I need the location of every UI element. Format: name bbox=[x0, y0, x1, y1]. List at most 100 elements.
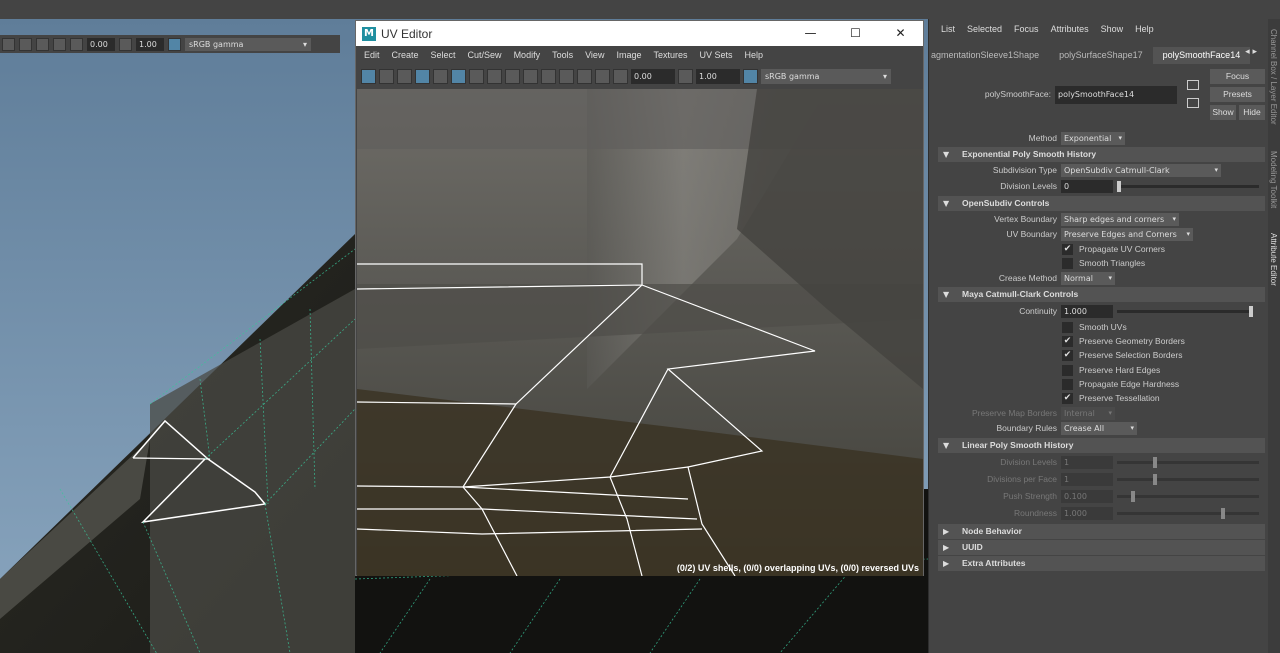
exposure-icon[interactable] bbox=[70, 37, 83, 51]
focus-button[interactable]: Focus bbox=[1210, 69, 1265, 84]
exposure-field[interactable]: 0.00 bbox=[87, 37, 115, 51]
gamma-icon[interactable] bbox=[119, 37, 132, 51]
preserve-selection-borders-checkbox[interactable]: ✔ bbox=[1062, 350, 1073, 361]
select-icon[interactable] bbox=[19, 37, 32, 51]
slider-thumb[interactable] bbox=[1117, 181, 1121, 192]
color-space-select[interactable]: sRGB gamma ▾ bbox=[761, 68, 891, 84]
color-space-select[interactable]: sRGB gamma ▾ bbox=[185, 37, 311, 51]
tab-fragmentation-sleeve-shape[interactable]: agmentationSleeve1Shape bbox=[929, 47, 1049, 64]
dim-image-icon[interactable] bbox=[469, 68, 484, 84]
menu-show[interactable]: Show bbox=[1095, 24, 1130, 34]
boundary-rules-select[interactable]: Crease All ▾ bbox=[1061, 422, 1137, 435]
linear-division-levels-slider bbox=[1117, 457, 1259, 468]
color-management-icon[interactable] bbox=[168, 37, 181, 51]
menu-tools[interactable]: Tools bbox=[546, 50, 579, 60]
checker-icon[interactable] bbox=[379, 68, 394, 84]
menu-textures[interactable]: Textures bbox=[647, 50, 693, 60]
smooth-triangles-checkbox[interactable] bbox=[1062, 258, 1073, 269]
division-levels-field[interactable]: 0 bbox=[1061, 180, 1113, 193]
method-select[interactable]: Exponential ▾ bbox=[1061, 132, 1125, 145]
menu-cut-sew[interactable]: Cut/Sew bbox=[462, 50, 508, 60]
menu-image[interactable]: Image bbox=[610, 50, 647, 60]
menu-attributes[interactable]: Attributes bbox=[1045, 24, 1095, 34]
crease-method-select[interactable]: Normal ▾ bbox=[1061, 272, 1115, 285]
display-image-icon[interactable] bbox=[451, 68, 466, 84]
tab-modeling-toolkit[interactable]: Modeling Toolkit bbox=[1269, 151, 1278, 208]
image-icon[interactable] bbox=[541, 68, 556, 84]
section-maya-catmull-clark[interactable]: ▼ Maya Catmull-Clark Controls bbox=[938, 287, 1265, 302]
menu-view[interactable]: View bbox=[579, 50, 610, 60]
smooth-uvs-checkbox[interactable] bbox=[1062, 322, 1073, 333]
slider-thumb[interactable] bbox=[1249, 306, 1253, 317]
hide-button[interactable]: Hide bbox=[1239, 105, 1265, 120]
continuity-slider[interactable] bbox=[1117, 306, 1253, 317]
tab-scroll-arrows-icon[interactable]: ◂ ▸ bbox=[1245, 47, 1257, 57]
distortion-icon[interactable] bbox=[433, 68, 448, 84]
gamma-icon[interactable] bbox=[678, 68, 693, 84]
continuity-field[interactable]: 1.000 bbox=[1061, 305, 1113, 318]
grid-icon[interactable] bbox=[2, 37, 15, 51]
node-name-field[interactable]: polySmoothFace14 bbox=[1055, 86, 1177, 104]
uv-canvas[interactable]: (0/2) UV shells, (0/0) overlapping UVs, … bbox=[357, 89, 923, 576]
division-levels-slider[interactable] bbox=[1117, 181, 1259, 192]
section-exponential-poly-smooth[interactable]: ▼ Exponential Poly Smooth History bbox=[938, 147, 1265, 162]
preserve-tessellation-checkbox[interactable]: ✔ bbox=[1062, 393, 1073, 404]
go-to-output-icon[interactable] bbox=[1187, 98, 1199, 108]
presets-button[interactable]: Presets bbox=[1210, 87, 1265, 102]
menu-help[interactable]: Help bbox=[739, 50, 770, 60]
tab-poly-smooth-face[interactable]: polySmoothFace14 bbox=[1152, 47, 1251, 64]
method-label: Method bbox=[1028, 133, 1057, 143]
snapshot-icon[interactable] bbox=[36, 37, 49, 51]
chevron-down-icon: ▾ bbox=[1108, 274, 1112, 282]
menu-create[interactable]: Create bbox=[386, 50, 425, 60]
section-uuid[interactable]: ▶ UUID bbox=[938, 540, 1265, 555]
filter-icon[interactable] bbox=[505, 68, 520, 84]
focus-arrow-icon[interactable] bbox=[1187, 80, 1199, 90]
menu-list[interactable]: List bbox=[935, 24, 961, 34]
vertex-boundary-select[interactable]: Sharp edges and corners ▾ bbox=[1061, 213, 1179, 226]
refresh-icon[interactable] bbox=[559, 68, 574, 84]
psd-icon[interactable] bbox=[595, 68, 610, 84]
tab-attribute-editor[interactable]: Attribute Editor bbox=[1269, 233, 1278, 286]
gamma-field[interactable]: 1.00 bbox=[136, 37, 164, 51]
expanded-triangle-icon: ▼ bbox=[943, 290, 950, 299]
snapshot-icon[interactable] bbox=[487, 68, 502, 84]
maximize-button[interactable]: ☐ bbox=[833, 21, 878, 46]
isolate-icon[interactable] bbox=[523, 68, 538, 84]
color-management-icon[interactable] bbox=[743, 68, 758, 84]
propagate-edge-hardness-checkbox[interactable] bbox=[1062, 379, 1073, 390]
exposure-icon[interactable] bbox=[613, 68, 628, 84]
menu-select[interactable]: Select bbox=[425, 50, 462, 60]
section-opensubdiv-controls[interactable]: ▼ OpenSubdiv Controls bbox=[938, 196, 1265, 211]
menu-modify[interactable]: Modify bbox=[508, 50, 547, 60]
uv-boundary-select[interactable]: Preserve Edges and Corners ▾ bbox=[1061, 228, 1193, 241]
menu-uv-sets[interactable]: UV Sets bbox=[693, 50, 738, 60]
menu-help[interactable]: Help bbox=[1129, 24, 1160, 34]
tab-channel-box[interactable]: Channel Box / Layer Editor bbox=[1269, 29, 1278, 125]
preserve-geometry-borders-checkbox[interactable]: ✔ bbox=[1062, 336, 1073, 347]
divisions-per-face-row: Divisions per Face 1 bbox=[929, 472, 1269, 487]
subdivision-type-select[interactable]: OpenSubdiv Catmull-Clark ▾ bbox=[1061, 164, 1221, 177]
preserve-hard-edges-checkbox[interactable] bbox=[1062, 365, 1073, 376]
exposure-field[interactable]: 0.00 bbox=[631, 68, 675, 84]
show-button[interactable]: Show bbox=[1210, 105, 1236, 120]
shaded-icon[interactable] bbox=[397, 68, 412, 84]
close-image-icon[interactable] bbox=[577, 68, 592, 84]
uv-editor-toolbar: 0.00 1.00 sRGB gamma ▾ bbox=[356, 64, 923, 88]
tab-poly-surface-shape[interactable]: polySurfaceShape17 bbox=[1049, 47, 1153, 64]
texture-borders-icon[interactable] bbox=[415, 68, 430, 84]
close-button[interactable]: ✕ bbox=[878, 21, 923, 46]
gamma-field[interactable]: 1.00 bbox=[696, 68, 740, 84]
section-node-behavior[interactable]: ▶ Node Behavior bbox=[938, 524, 1265, 539]
section-linear-poly-smooth[interactable]: ▼ Linear Poly Smooth History bbox=[938, 438, 1265, 453]
minimize-button[interactable]: — bbox=[788, 21, 833, 46]
propagate-uv-corners-checkbox[interactable]: ✔ bbox=[1062, 244, 1073, 255]
section-extra-attributes[interactable]: ▶ Extra Attributes bbox=[938, 556, 1265, 571]
menu-selected[interactable]: Selected bbox=[961, 24, 1008, 34]
menu-focus[interactable]: Focus bbox=[1008, 24, 1045, 34]
frame-icon[interactable] bbox=[53, 37, 66, 51]
grid-icon[interactable] bbox=[361, 68, 376, 84]
menu-edit[interactable]: Edit bbox=[358, 50, 386, 60]
vertex-boundary-label: Vertex Boundary bbox=[994, 214, 1057, 224]
uv-editor-titlebar[interactable]: M UV Editor — ☐ ✕ bbox=[356, 21, 923, 46]
